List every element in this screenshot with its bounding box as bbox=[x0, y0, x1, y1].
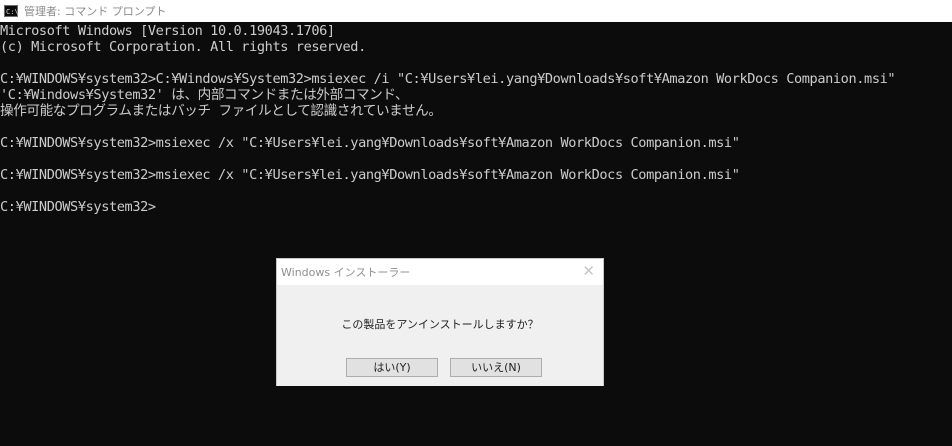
console-prompt: C:¥WINDOWS¥system32> bbox=[0, 199, 156, 215]
dialog-titlebar[interactable]: Windows インストーラー ✕ bbox=[277, 259, 603, 285]
console-line: C:¥WINDOWS¥system32>C:¥Windows¥System32>… bbox=[0, 71, 896, 87]
no-button[interactable]: いいえ(N) bbox=[450, 358, 542, 377]
console-output[interactable]: Microsoft Windows [Version 10.0.19043.17… bbox=[0, 23, 952, 215]
console-line: Microsoft Windows [Version 10.0.19043.17… bbox=[0, 23, 335, 39]
window-title: 管理者: コマンド プロンプト bbox=[24, 5, 167, 18]
console-line: (c) Microsoft Corporation. All rights re… bbox=[0, 39, 366, 55]
console-line: C:¥WINDOWS¥system32>msiexec /x "C:¥Users… bbox=[0, 135, 740, 151]
dialog-title: Windows インストーラー bbox=[281, 266, 411, 279]
console-line: C:¥WINDOWS¥system32>msiexec /x "C:¥Users… bbox=[0, 167, 740, 183]
dialog-body: この製品をアンインストールしますか？ はい(Y) いいえ(N) bbox=[277, 285, 603, 386]
console-line: 操作可能なプログラムまたはバッチ ファイルとして認識されていません。 bbox=[0, 103, 442, 119]
console-line: 'C:¥Windows¥System32' は、内部コマンドまたは外部コマンド、 bbox=[0, 87, 409, 103]
uninstall-dialog: Windows インストーラー ✕ この製品をアンインストールしますか？ はい(… bbox=[276, 258, 604, 386]
yes-button[interactable]: はい(Y) bbox=[346, 358, 438, 377]
window-titlebar[interactable]: C:\ 管理者: コマンド プロンプト bbox=[0, 0, 952, 22]
close-icon[interactable]: ✕ bbox=[582, 262, 595, 280]
cmd-icon: C:\ bbox=[4, 5, 19, 17]
dialog-message: この製品をアンインストールしますか？ bbox=[341, 318, 539, 331]
